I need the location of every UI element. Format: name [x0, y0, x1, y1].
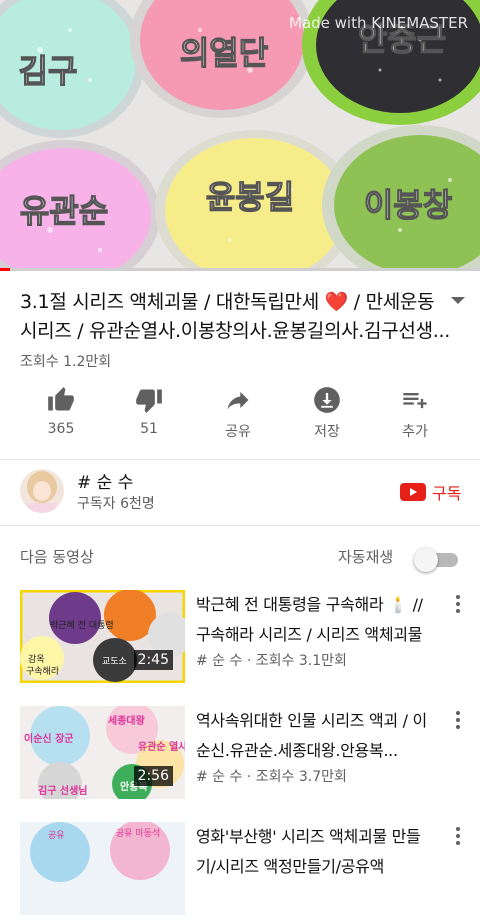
share-button[interactable]: 공유 [198, 386, 278, 441]
more-options-icon[interactable] [452, 594, 464, 614]
thumb-text: 구속해라 [26, 666, 60, 677]
view-count: 조회수 1.2만회 [20, 354, 112, 370]
jar-label-2: 의열단 [180, 34, 268, 72]
thumb-text: 감옥 [28, 653, 45, 665]
action-bar: 365 51 공유 저장 추가 [0, 386, 480, 446]
thumb-text: 유관순 열사 [138, 740, 185, 753]
thumb-text: 교도소 [102, 656, 127, 667]
dislike-icon [136, 389, 162, 413]
share-icon [227, 391, 249, 410]
download-label: 저장 [314, 424, 340, 440]
jar-label-1: 김구 [19, 52, 78, 90]
add-to-playlist-icon [403, 393, 427, 409]
video-item-title[interactable]: 영화'부산행' 시리즈 액체괴물 만들기/시리즈 액정만들기/공유액 [196, 822, 436, 882]
video-item-title[interactable]: 역사속위대한 인물 시리즈 액괴 / 이순신.유관순.세종대왕.안용복... [196, 706, 436, 766]
jar-label-5: 윤봉길 [206, 178, 294, 216]
up-next-header: 다음 동영상 자동재생 [0, 540, 480, 580]
chevron-down-icon[interactable] [450, 296, 466, 306]
thumbnail[interactable]: 이순신 장군 세종대왕 유관순 열사 김구 선생님 안용복 2:56 [20, 706, 185, 799]
autoplay-toggle[interactable] [414, 548, 460, 572]
share-label: 공유 [225, 424, 251, 440]
avatar[interactable] [20, 469, 64, 513]
thumb-text: 세종대왕 [108, 714, 146, 727]
video-player[interactable]: 김구 의열단 안중근 유관순 윤봉길 이봉창 Made with KINEMAS… [0, 0, 480, 270]
like-icon [48, 387, 74, 411]
list-item[interactable]: 공유 공유 마동석 영화'부산행' 시리즈 액체괴물 만들기/시리즈 액정만들기… [0, 822, 480, 922]
video-item-title[interactable]: 박근혜 전 대통령을 구속해라 🕯️ // 구속해라 시리즈 / 시리즈 액체괴… [196, 590, 436, 650]
watermark: Made with KINEMASTER [289, 14, 468, 32]
progress-bar[interactable] [0, 268, 480, 271]
video-item-meta: # 순 수 · 조회수 3.1만회 [196, 653, 347, 669]
jar-label-4: 유관순 [20, 192, 108, 230]
autoplay-label: 자동재생 [338, 548, 394, 566]
download-button[interactable]: 저장 [287, 386, 367, 441]
more-options-icon[interactable] [452, 826, 464, 846]
like-button[interactable]: 365 [21, 386, 101, 437]
toggle-knob [414, 548, 438, 572]
jar-label-6: 이봉창 [364, 186, 452, 224]
video-title-block[interactable]: 3.1절 시리즈 액체괴물 / 대한독립만세 ❤️ / 만세운동 시리즈 / 유… [20, 288, 450, 346]
more-options-icon[interactable] [452, 710, 464, 730]
channel-row[interactable]: # 순 수 구독자 6천명 구독 [0, 460, 480, 524]
add-label: 추가 [402, 424, 428, 440]
video-frame: 김구 의열단 안중근 유관순 윤봉길 이봉창 Made with KINEMAS… [0, 0, 480, 270]
youtube-logo-icon [400, 483, 426, 501]
thumbnail[interactable]: 박근혜 전 대통령 교도소 감옥 구속해라 2:45 [20, 590, 185, 683]
like-count: 365 [47, 421, 75, 437]
video-title: 3.1절 시리즈 액체괴물 / 대한독립만세 ❤️ / 만세운동 시리즈 / 유… [20, 291, 450, 342]
dislike-button[interactable]: 51 [109, 386, 189, 437]
thumb-text: 이순신 장군 [24, 732, 73, 745]
list-item[interactable]: 이순신 장군 세종대왕 유관순 열사 김구 선생님 안용복 2:56 역사속위대… [0, 706, 480, 806]
thumb-text: 박근혜 전 대통령 [50, 619, 114, 631]
video-item-meta: # 순 수 · 조회수 3.7만회 [196, 769, 347, 785]
thumb-text: 김구 선생님 [38, 784, 87, 797]
thumbnail[interactable]: 공유 공유 마동석 [20, 822, 185, 915]
subscribe-label: 구독 [432, 484, 462, 503]
channel-name[interactable]: # 순 수 [77, 468, 133, 493]
up-next-title: 다음 동영상 [20, 548, 94, 566]
subscriber-count: 구독자 6천명 [77, 496, 155, 512]
progress-fill [0, 268, 10, 271]
download-icon [314, 387, 340, 413]
thumb-text: 공유 마동석 [116, 828, 160, 839]
add-to-playlist-button[interactable]: 추가 [375, 386, 455, 441]
duration-badge: 2:45 [133, 650, 173, 670]
duration-badge: 2:56 [133, 766, 173, 786]
list-item[interactable]: 박근혜 전 대통령 교도소 감옥 구속해라 2:45 박근혜 전 대통령을 구속… [0, 590, 480, 690]
divider [0, 525, 480, 526]
dislike-count: 51 [140, 421, 158, 437]
thumb-text: 공유 [48, 830, 65, 841]
subscribe-button[interactable]: 구독 [400, 480, 461, 504]
